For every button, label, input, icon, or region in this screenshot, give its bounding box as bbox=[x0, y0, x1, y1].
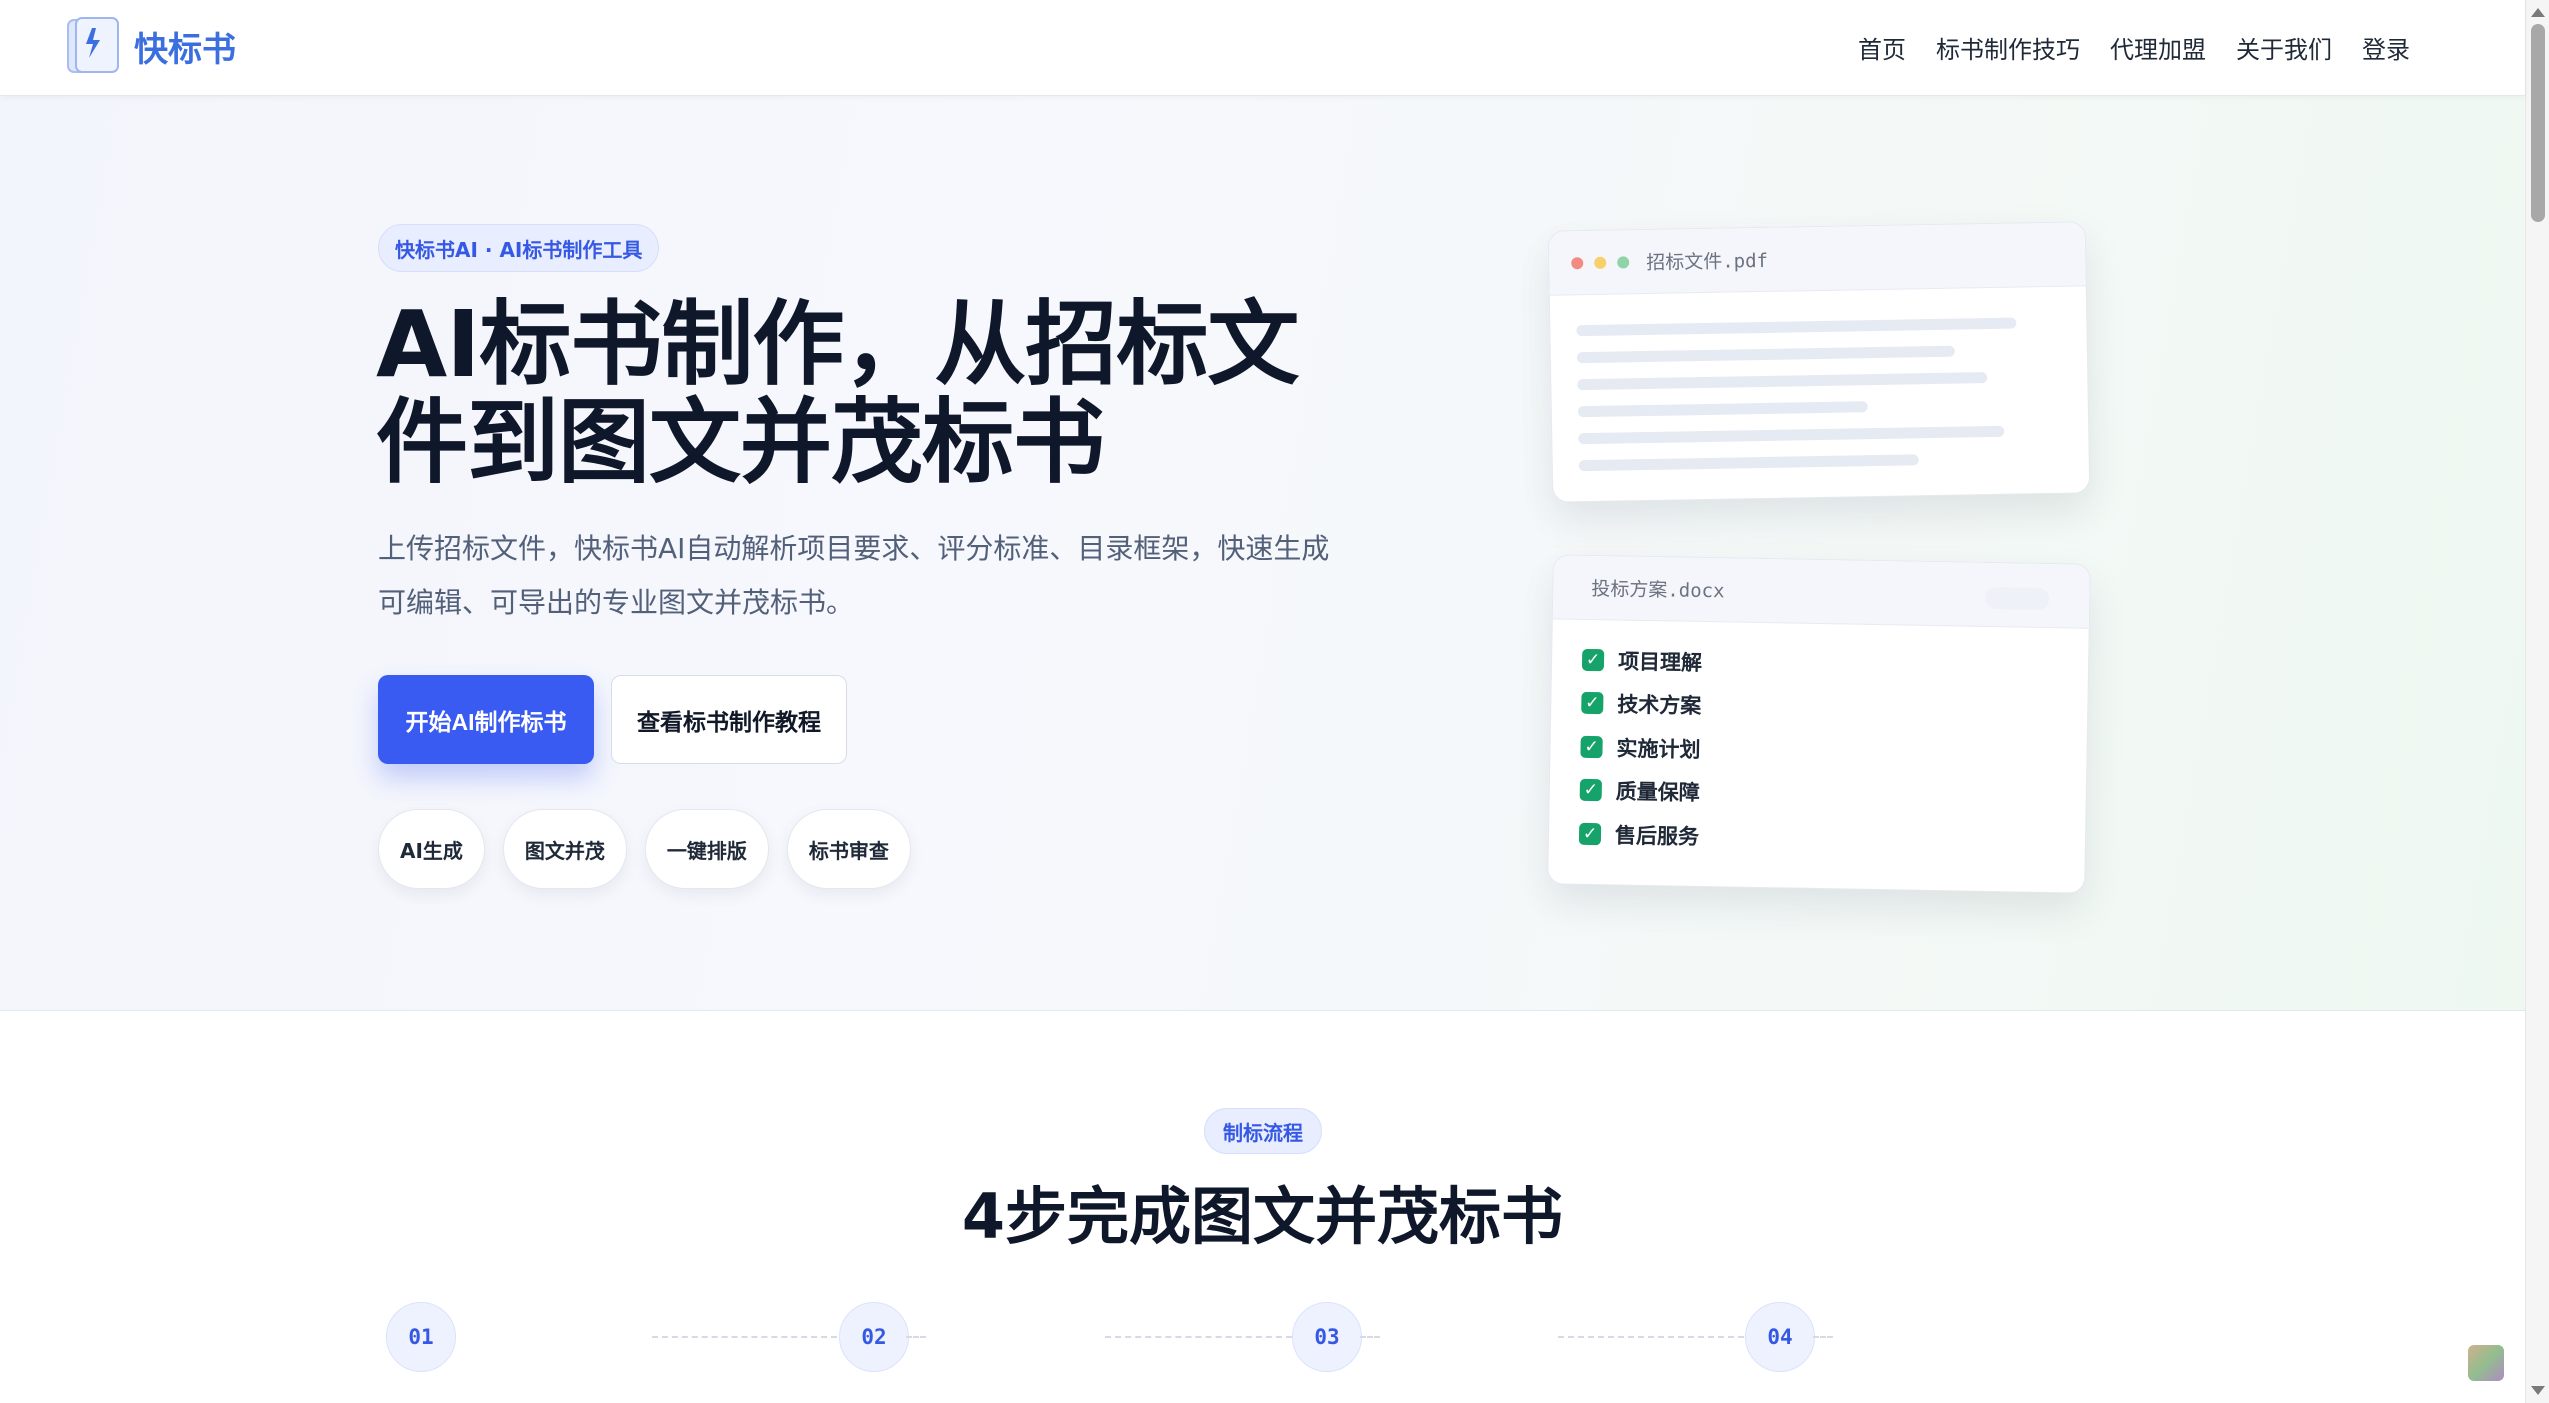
checkmark-icon: ✓ bbox=[1579, 779, 1602, 802]
text-line bbox=[1577, 401, 1868, 418]
scrollbar-thumb[interactable] bbox=[2531, 24, 2545, 222]
checkmark-icon: ✓ bbox=[1578, 822, 1602, 845]
window-dot-green-icon bbox=[1617, 255, 1630, 269]
step-connector bbox=[1105, 1336, 1292, 1338]
chip-bid-review[interactable]: 标书审查 bbox=[786, 809, 911, 889]
view-tutorial-button[interactable]: 查看标书制作教程 bbox=[611, 675, 847, 764]
step-connector bbox=[1558, 1336, 1744, 1338]
step-connector bbox=[906, 1336, 926, 1338]
step-connector bbox=[652, 1336, 837, 1338]
step-number-2: 02 bbox=[839, 1302, 909, 1372]
feature-chips: AI生成 图文并茂 一键排版 标书审查 bbox=[378, 809, 911, 889]
book-lightning-icon bbox=[67, 17, 119, 73]
text-line bbox=[1576, 317, 2017, 337]
floating-widget-icon[interactable] bbox=[2468, 1345, 2504, 1381]
hero-description: 上传招标文件，快标书AI自动解析项目要求、评分标准、目录框架，快速生成 可编辑、… bbox=[378, 522, 1358, 630]
hero-desc-line-2: 可编辑、可导出的专业图文并茂标书。 bbox=[378, 586, 855, 619]
output-file-card: 投标方案.docx ✓ 项目理解 ✓ 技术方案 ✓ 实施计划 ✓ 质量保障 ✓ bbox=[1547, 554, 2091, 894]
step-number-3: 03 bbox=[1292, 1302, 1362, 1372]
hero-badge: 快标书AI · AI标书制作工具 bbox=[378, 224, 660, 272]
input-file-name: 招标文件.pdf bbox=[1646, 249, 1769, 274]
chip-one-click-layout[interactable]: 一键排版 bbox=[644, 809, 769, 889]
nav-login[interactable]: 登录 bbox=[2362, 30, 2410, 65]
hero-title-line-2: 件到图文并茂标书 bbox=[376, 389, 1105, 496]
text-line bbox=[1576, 345, 1955, 364]
process-title: 4步完成图文并茂标书 bbox=[961, 1180, 1564, 1253]
page-scrollbar[interactable] bbox=[2525, 0, 2549, 1403]
nav-about[interactable]: 关于我们 bbox=[2236, 30, 2332, 65]
header-pill-placeholder bbox=[1985, 586, 2050, 610]
start-ai-button[interactable]: 开始AI制作标书 bbox=[378, 675, 594, 764]
hero-section: 快标书AI · AI标书制作工具 AI标书制作，从招标文 件到图文并茂标书 上传… bbox=[0, 96, 2525, 1011]
brand-name: 快标书 bbox=[134, 29, 236, 70]
step-number-4: 04 bbox=[1745, 1302, 1815, 1372]
checklist-item-label: 技术方案 bbox=[1617, 692, 1702, 719]
main-nav: 首页 标书制作技巧 代理加盟 关于我们 登录 bbox=[1858, 30, 2410, 65]
hero-desc-line-1: 上传招标文件，快标书AI自动解析项目要求、评分标准、目录框架，快速生成 bbox=[378, 532, 1330, 565]
text-line bbox=[1577, 372, 1988, 391]
checklist-item-label: 项目理解 bbox=[1617, 649, 1703, 675]
hero-title: AI标书制作，从招标文 件到图文并茂标书 bbox=[376, 296, 1376, 492]
step-connector bbox=[1813, 1336, 1833, 1338]
output-file-card-header: 投标方案.docx bbox=[1552, 555, 2090, 629]
chip-illustrated[interactable]: 图文并茂 bbox=[502, 809, 627, 889]
scroll-down-arrow-icon[interactable] bbox=[2531, 1386, 2545, 1395]
checklist-item-label: 实施计划 bbox=[1616, 736, 1701, 762]
chip-ai-generate[interactable]: AI生成 bbox=[378, 809, 485, 889]
input-file-card-header: 招标文件.pdf bbox=[1548, 222, 2086, 296]
checklist-item-label: 质量保障 bbox=[1615, 779, 1700, 806]
checkmark-icon: ✓ bbox=[1581, 692, 1604, 715]
output-file-name: 投标方案.docx bbox=[1591, 578, 1725, 603]
nav-tips[interactable]: 标书制作技巧 bbox=[1936, 30, 2080, 65]
step-number-1: 01 bbox=[386, 1302, 456, 1372]
text-line bbox=[1578, 454, 1919, 472]
site-header: 快标书 首页 标书制作技巧 代理加盟 关于我们 登录 bbox=[0, 0, 2525, 96]
brand-logo[interactable]: 快标书 bbox=[62, 16, 236, 76]
checklist-item: ✓ 售后服务 bbox=[1578, 812, 2056, 864]
window-dot-yellow-icon bbox=[1594, 256, 1607, 269]
nav-agency[interactable]: 代理加盟 bbox=[2110, 30, 2206, 65]
text-line bbox=[1578, 425, 2005, 445]
nav-home[interactable]: 首页 bbox=[1858, 30, 1906, 65]
step-connector bbox=[1360, 1336, 1380, 1338]
hero-title-line-1: AI标书制作，从招标文 bbox=[376, 291, 1299, 398]
checkmark-icon: ✓ bbox=[1581, 648, 1605, 671]
checklist-item-label: 售后服务 bbox=[1614, 823, 1700, 849]
process-badge: 制标流程 bbox=[1204, 1108, 1322, 1154]
input-file-card: 招标文件.pdf bbox=[1547, 221, 2091, 503]
window-dot-red-icon bbox=[1571, 256, 1584, 269]
document-text-placeholder bbox=[1550, 286, 2090, 502]
scroll-up-arrow-icon[interactable] bbox=[2531, 8, 2545, 17]
checkmark-icon: ✓ bbox=[1580, 735, 1603, 758]
outline-checklist: ✓ 项目理解 ✓ 技术方案 ✓ 实施计划 ✓ 质量保障 ✓ 售后服务 bbox=[1548, 619, 2088, 882]
